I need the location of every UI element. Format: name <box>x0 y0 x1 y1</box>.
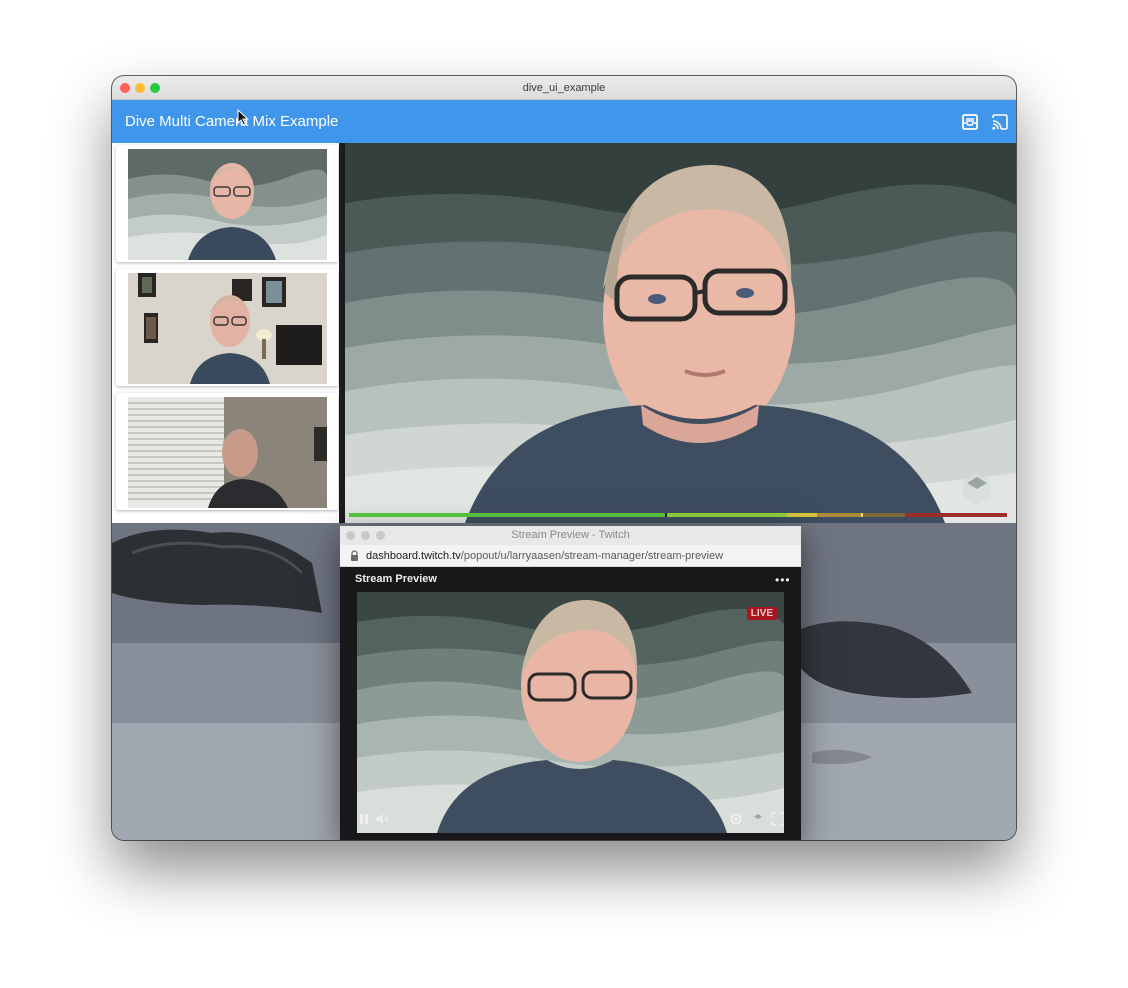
app-window: dive_ui_example Dive Multi Camera Mix Ex… <box>112 76 1016 840</box>
mute-icon[interactable] <box>375 812 389 826</box>
camera-card-2[interactable] <box>116 269 338 386</box>
audio-level-meter <box>349 513 1007 517</box>
window-title: dive_ui_example <box>522 82 606 94</box>
stream-preview-title: Stream Preview <box>355 573 437 585</box>
camera-thumbnail-1[interactable] <box>128 149 327 260</box>
more-options-button[interactable]: ••• <box>775 573 791 587</box>
address-url[interactable]: dashboard.twitch.tv/popout/u/larryaasen/… <box>366 550 723 562</box>
camera-card-1[interactable] <box>116 145 338 262</box>
twitch-window-titlebar[interactable]: Stream Preview - Twitch <box>340 526 801 545</box>
url-path: /popout/u/larryaasen/stream-manager/stre… <box>460 550 724 562</box>
program-output-video[interactable] <box>345 143 1016 523</box>
camera-thumbnail-2[interactable] <box>128 273 327 384</box>
lock-icon <box>351 550 358 561</box>
app-title: Dive Multi Camera Mix Example <box>125 113 339 130</box>
twitch-stream-video[interactable]: LIVE <box>357 592 784 833</box>
twitch-preview-window: Stream Preview - Twitch dashboard.twitch… <box>340 526 801 840</box>
pause-icon[interactable] <box>357 812 371 826</box>
settings-gear-icon[interactable] <box>729 812 743 826</box>
address-bar[interactable]: dashboard.twitch.tv/popout/u/larryaasen/… <box>340 545 801 567</box>
stream-preview-header: Stream Preview ••• <box>340 567 801 591</box>
inbox-icon[interactable] <box>961 113 979 131</box>
live-badge: LIVE <box>746 607 777 620</box>
camera-list <box>112 143 342 523</box>
window-titlebar[interactable]: dive_ui_example <box>112 76 1016 100</box>
camera-thumbnail-3[interactable] <box>128 397 327 508</box>
dive-logo-icon <box>752 812 764 826</box>
camera-card-3[interactable] <box>116 393 338 510</box>
cast-icon[interactable] <box>991 113 1009 131</box>
twitch-window-title: Stream Preview - Twitch <box>511 529 630 541</box>
fullscreen-icon[interactable] <box>771 812 784 826</box>
url-domain: dashboard.twitch.tv <box>366 550 461 562</box>
mouse-cursor-icon <box>237 109 249 126</box>
